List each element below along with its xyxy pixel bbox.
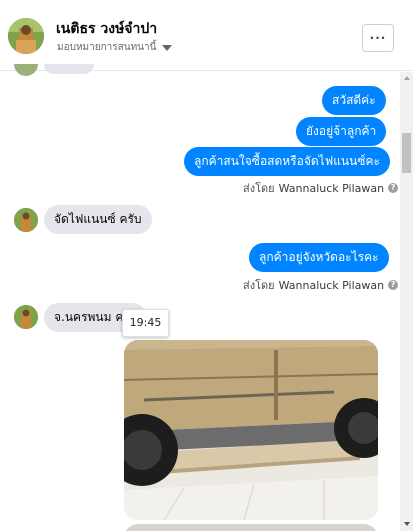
assign-label: มอบหมายการสนทนานี้ [57, 42, 157, 53]
sent-by-label: ส่งโดย [243, 279, 275, 292]
scroll-up-arrow[interactable] [404, 76, 410, 80]
photo-attachment-next[interactable] [124, 524, 378, 531]
photo-attachment[interactable] [124, 340, 378, 520]
message-outgoing[interactable]: ยังอยู่จ้าลูกค้า [296, 117, 387, 146]
message-outgoing[interactable]: ลูกค้าอยู่จังหวัดอะไรคะ [249, 243, 389, 272]
timestamp-tooltip: 19:45 [122, 309, 169, 337]
sent-by-label: ส่งโดย [243, 182, 275, 195]
sender-avatar[interactable] [14, 208, 38, 232]
sender-avatar[interactable] [14, 305, 38, 329]
conversation-header: เนติธร วงษ์จำปา มอบหมายการสนทนานี้ ··· [0, 0, 413, 71]
sent-by-line: ส่งโดย Wannaluck Pilawan ? [243, 276, 399, 294]
previous-sender-avatar [14, 64, 38, 76]
question-circle-icon[interactable]: ? [388, 183, 399, 193]
truck-side-step-image [124, 340, 378, 520]
contact-avatar[interactable] [8, 18, 44, 54]
scroll-down-arrow[interactable] [404, 522, 410, 526]
ellipsis-icon: ··· [369, 31, 387, 45]
sent-by-name: Wannaluck Pilawan [278, 278, 385, 292]
previous-message-bubble [44, 64, 94, 74]
caret-down-icon [162, 44, 173, 51]
sent-by-line: ส่งโดย Wannaluck Pilawan ? [243, 179, 399, 197]
message-outgoing[interactable]: สวัสดีค่ะ [322, 86, 386, 115]
contact-name: เนติธร วงษ์จำปา [56, 21, 158, 37]
scrollbar-thumb[interactable] [402, 133, 411, 173]
assign-conversation[interactable]: มอบหมายการสนทนานี้ [57, 40, 173, 55]
message-outgoing[interactable]: ลูกค้าสนใจซื้อสดหรือจัดไฟแนนซ์คะ [184, 147, 390, 176]
more-options-button[interactable]: ··· [362, 24, 394, 52]
message-incoming[interactable]: จัดไฟแนนซ์ ครับ [44, 205, 152, 234]
sent-by-name: Wannaluck Pilawan [278, 181, 385, 195]
question-circle-icon[interactable]: ? [388, 280, 399, 290]
